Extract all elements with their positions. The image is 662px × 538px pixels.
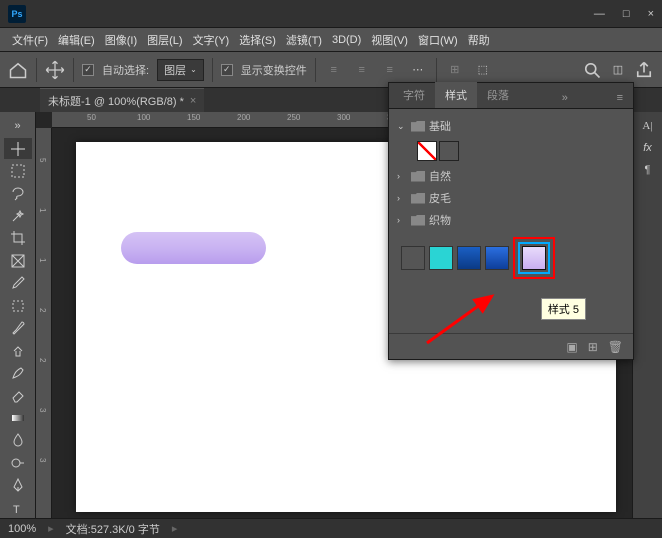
eyedropper-tool[interactable] [4, 273, 32, 293]
style-thumb-3[interactable] [457, 246, 481, 270]
group-nature[interactable]: ›自然 [393, 165, 629, 187]
svg-text:T: T [13, 504, 20, 516]
show-transform-label: 显示变换控件 [241, 62, 307, 78]
folder-icon [411, 215, 425, 226]
style-none[interactable] [417, 141, 437, 161]
dodge-tool[interactable] [4, 453, 32, 473]
align-left-icon[interactable]: ≡ [324, 60, 344, 80]
character-panel-icon[interactable]: A| [642, 120, 652, 132]
tab-paragraph[interactable]: 段落 [477, 82, 519, 108]
style-5-highlight [513, 237, 555, 279]
panel-collapse-icon[interactable]: » [556, 88, 574, 108]
auto-select-checkbox[interactable] [82, 64, 94, 76]
more-icon[interactable]: ⋯ [408, 60, 428, 80]
menu-window[interactable]: 窗口(W) [414, 30, 462, 50]
align-right-icon[interactable]: ≡ [380, 60, 400, 80]
panel-menu-icon[interactable]: ≡ [611, 88, 629, 108]
eraser-tool[interactable] [4, 385, 32, 405]
group-fur[interactable]: ›皮毛 [393, 187, 629, 209]
gradient-tool[interactable] [4, 408, 32, 428]
marquee-tool[interactable] [4, 161, 32, 181]
menu-view[interactable]: 视图(V) [367, 30, 412, 50]
healing-tool[interactable] [4, 296, 32, 316]
brush-tool[interactable] [4, 318, 32, 338]
pen-tool[interactable] [4, 475, 32, 495]
document-tab[interactable]: 未标题-1 @ 100%(RGB/8) * × [40, 88, 204, 113]
collapsed-panels: A| fx ¶ [632, 112, 662, 518]
zoom-level[interactable]: 100% [8, 523, 36, 535]
group-fabric[interactable]: ›织物 [393, 209, 629, 231]
app-logo: Ps [8, 5, 26, 23]
style-thumb-2[interactable] [429, 246, 453, 270]
align-center-icon[interactable]: ≡ [352, 60, 372, 80]
menu-select[interactable]: 选择(S) [235, 30, 280, 50]
auto-select-target[interactable]: 图层⌄ [157, 59, 204, 81]
menu-filter[interactable]: 滤镜(T) [282, 30, 326, 50]
delete-style-icon[interactable]: 🗑 [608, 340, 623, 354]
auto-select-label: 自动选择: [102, 62, 149, 78]
crop-tool[interactable] [4, 228, 32, 248]
status-bar: 100% ▸ 文档:527.3K/0 字节 ▸ [0, 518, 662, 538]
style-thumb-4[interactable] [485, 246, 509, 270]
distribute-icon[interactable]: ⊞ [445, 60, 465, 80]
ruler-vertical: 5112233 [36, 128, 52, 518]
style-thumb-5[interactable] [522, 246, 546, 270]
share-icon[interactable] [634, 60, 654, 80]
folder-icon [411, 193, 425, 204]
tab-styles[interactable]: 样式 [435, 82, 477, 108]
paragraph-panel-icon[interactable]: ¶ [645, 164, 651, 176]
close-tab-icon[interactable]: × [190, 95, 196, 107]
menu-type[interactable]: 文字(Y) [189, 30, 234, 50]
frame-tool[interactable] [4, 251, 32, 271]
move-tool-icon[interactable] [45, 60, 65, 80]
3d-mode-icon[interactable]: ⬚ [473, 60, 493, 80]
menu-image[interactable]: 图像(I) [101, 30, 141, 50]
styles-panel-icon[interactable]: fx [643, 142, 652, 154]
new-group-icon[interactable]: ▣ [566, 340, 577, 354]
menu-help[interactable]: 帮助 [464, 30, 494, 50]
blur-tool[interactable] [4, 430, 32, 450]
clone-tool[interactable] [4, 340, 32, 360]
style-tooltip: 样式 5 [541, 298, 586, 320]
minimize-button[interactable]: — [594, 8, 605, 20]
move-tool[interactable] [4, 138, 32, 158]
magic-wand-tool[interactable] [4, 206, 32, 226]
folder-icon [411, 121, 425, 132]
doc-info[interactable]: 文档:527.3K/0 字节 [66, 521, 160, 537]
folder-icon [411, 171, 425, 182]
close-button[interactable]: × [648, 8, 654, 20]
menu-file[interactable]: 文件(F) [8, 30, 52, 50]
home-icon[interactable] [8, 60, 28, 80]
lasso-tool[interactable] [4, 183, 32, 203]
styles-panel: 字符 样式 段落 » ≡ ⌄基础 ›自然 ›皮毛 ›织物 ▣ ⊞ 🗑 [388, 82, 634, 360]
tools-panel: » T [0, 112, 36, 518]
style-thumb-1[interactable] [401, 246, 425, 270]
search-icon[interactable] [582, 60, 602, 80]
group-basic[interactable]: ⌄基础 [393, 115, 629, 137]
workspace-icon[interactable]: ◫ [608, 60, 628, 80]
expand-tools-icon[interactable]: » [4, 116, 32, 136]
maximize-button[interactable]: □ [623, 8, 630, 20]
type-tool[interactable]: T [4, 497, 32, 517]
show-transform-checkbox[interactable] [221, 64, 233, 76]
rounded-rect-shape[interactable] [121, 232, 266, 264]
new-style-icon[interactable]: ⊞ [588, 340, 598, 354]
tab-character[interactable]: 字符 [393, 82, 435, 108]
menubar: 文件(F) 编辑(E) 图像(I) 图层(L) 文字(Y) 选择(S) 滤镜(T… [0, 28, 662, 52]
style-default[interactable] [439, 141, 459, 161]
history-brush-tool[interactable] [4, 363, 32, 383]
menu-edit[interactable]: 编辑(E) [54, 30, 99, 50]
menu-layer[interactable]: 图层(L) [143, 30, 186, 50]
menu-3d[interactable]: 3D(D) [328, 32, 365, 48]
